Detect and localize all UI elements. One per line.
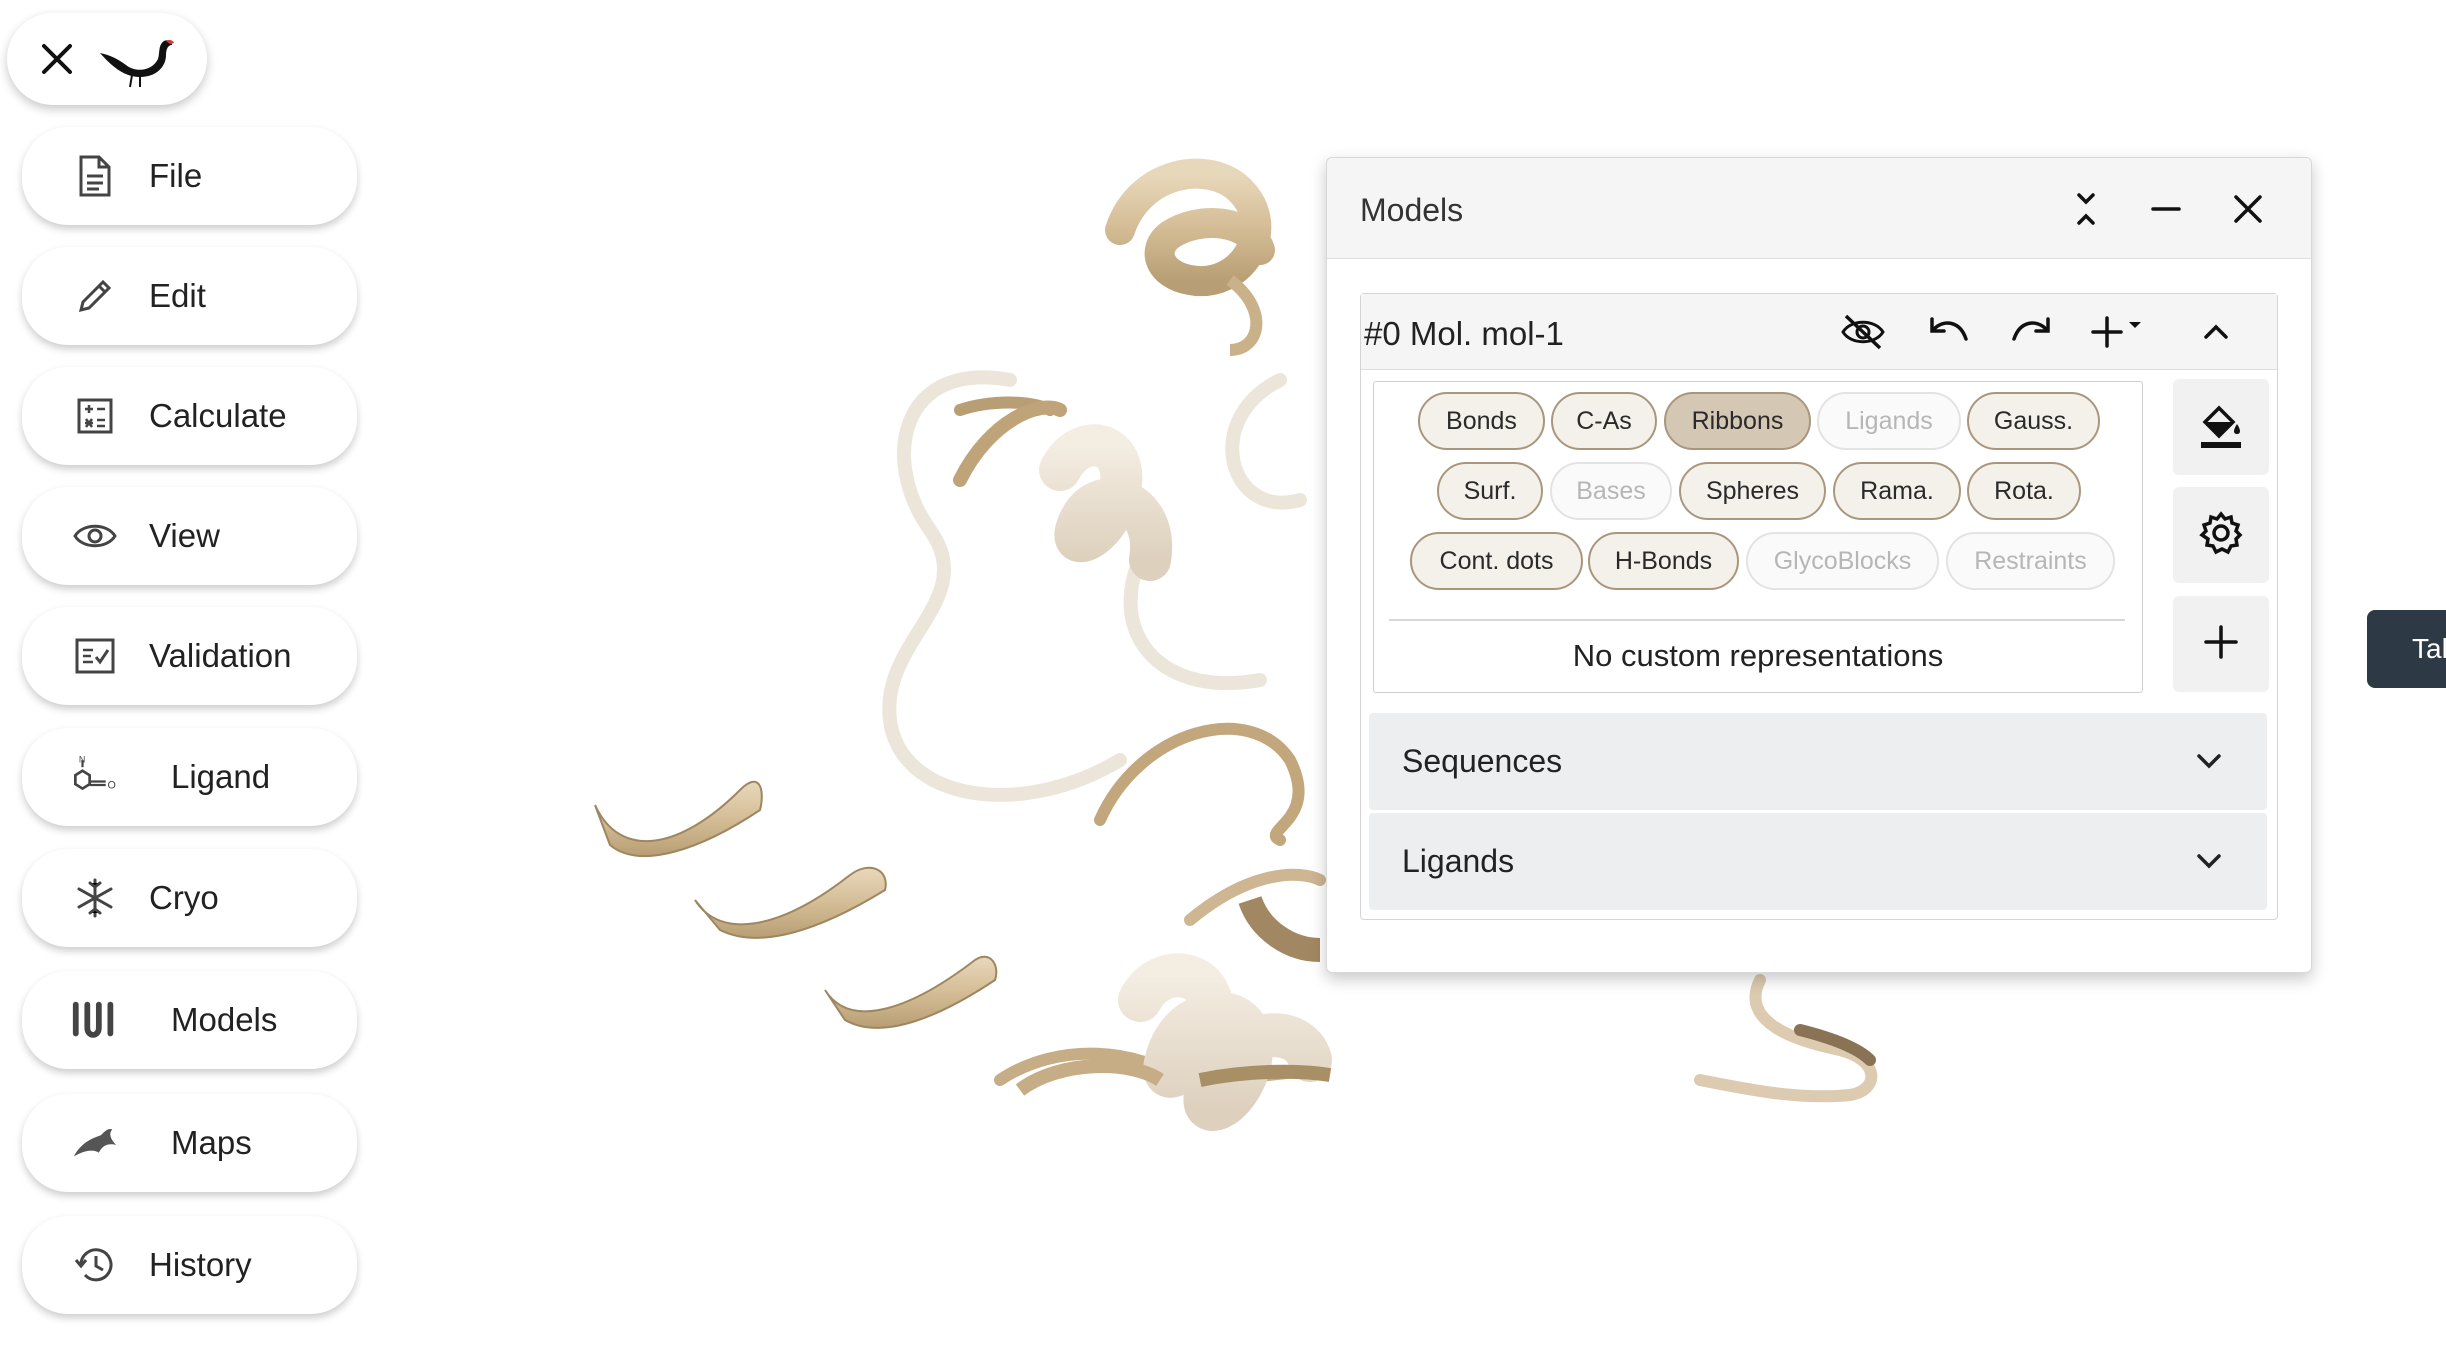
models-panel-header[interactable]: Models: [1327, 158, 2311, 259]
calculator-icon: [70, 391, 120, 441]
menu-cryo-label: Cryo: [149, 879, 219, 916]
menu-file-button[interactable]: File: [22, 127, 357, 225]
settings-button[interactable]: [2173, 487, 2269, 583]
paint-bucket-icon: [2197, 400, 2245, 455]
add-representation-button[interactable]: [2173, 596, 2269, 692]
models-icon: [70, 995, 120, 1045]
menu-models-label: Models: [171, 1001, 278, 1038]
add-dropdown-icon[interactable]: [2091, 308, 2147, 356]
checklist-icon: [70, 631, 120, 681]
rep-chip-bonds[interactable]: Bonds: [1418, 392, 1545, 450]
no-custom-representations-text: No custom representations: [1572, 638, 1944, 673]
menu-validation-label: Validation: [149, 637, 292, 674]
menu-history-button[interactable]: History: [22, 1216, 357, 1314]
ligand-icon: NO: [70, 752, 120, 802]
rep-chip-gauss[interactable]: Gauss.: [1967, 392, 2100, 450]
ligands-accordion[interactable]: Ligands: [1369, 813, 2267, 910]
menu-view-label: View: [149, 517, 220, 554]
menu-models-button[interactable]: Models: [22, 971, 357, 1069]
hide-molecule-icon[interactable]: [1839, 308, 1887, 356]
chevron-down-icon: [2197, 854, 2221, 869]
protein-helix-center: [954, 396, 1173, 581]
close-panel-icon[interactable]: [2223, 184, 2273, 234]
models-panel: Models #0 Mol. mol-1 Bonds C-As Ribbons …: [1326, 157, 2312, 973]
plus-icon: [2203, 624, 2239, 665]
chevron-up-icon[interactable]: [2192, 308, 2240, 356]
svg-text:O: O: [108, 780, 116, 792]
app-header-pill: [7, 13, 207, 105]
menu-calculate-label: Calculate: [149, 397, 287, 434]
rep-chip-cont-dots[interactable]: Cont. dots: [1410, 532, 1583, 590]
molecule-card-header: #0 Mol. mol-1: [1361, 294, 2277, 370]
rep-chip-c-as[interactable]: C-As: [1551, 392, 1657, 450]
ligands-accordion-label: Ligands: [1402, 843, 1515, 879]
file-icon: [70, 151, 120, 201]
right-side-tab-label: Tal: [2412, 633, 2446, 664]
menu-view-button[interactable]: View: [22, 487, 357, 585]
svg-text:N: N: [79, 755, 85, 765]
protein-helix-top: [1105, 158, 1275, 356]
menu-maps-label: Maps: [171, 1124, 252, 1161]
eye-icon: [70, 511, 120, 561]
menu-validation-button[interactable]: Validation: [22, 607, 357, 705]
rep-chip-ribbons[interactable]: Ribbons: [1664, 392, 1811, 450]
right-side-tab-button[interactable]: Tal: [2367, 610, 2446, 688]
history-icon: [70, 1240, 120, 1290]
protein-helix-bottom: [1015, 895, 1332, 1131]
rep-chip-restraints[interactable]: Restraints: [1946, 532, 2115, 590]
rep-chip-ligands[interactable]: Ligands: [1817, 392, 1961, 450]
rep-chip-rota[interactable]: Rota.: [1967, 462, 2081, 520]
menu-history-label: History: [149, 1246, 252, 1283]
rep-chip-glycoblocks[interactable]: GlycoBlocks: [1746, 532, 1939, 590]
menu-edit-button[interactable]: Edit: [22, 247, 357, 345]
rep-chip-h-bonds[interactable]: H-Bonds: [1588, 532, 1739, 590]
collapse-vertical-icon[interactable]: [2061, 184, 2111, 234]
close-icon[interactable]: [38, 40, 76, 78]
molecule-name: #0 Mol. mol-1: [1364, 315, 1564, 352]
rep-chip-spheres[interactable]: Spheres: [1679, 462, 1826, 520]
gear-icon: [2198, 510, 2244, 561]
menu-ligand-button[interactable]: NO Ligand: [22, 728, 357, 826]
rep-chip-rama[interactable]: Rama.: [1833, 462, 1961, 520]
rep-chip-bases[interactable]: Bases: [1550, 462, 1672, 520]
menu-cryo-button[interactable]: Cryo: [22, 849, 357, 947]
representation-toggles: Bonds C-As Ribbons Ligands Gauss. Surf. …: [1373, 381, 2143, 693]
menu-ligand-label: Ligand: [171, 758, 271, 795]
maps-icon: [70, 1118, 120, 1168]
colour-fill-button[interactable]: [2173, 379, 2269, 475]
moorhen-logo-icon: [96, 29, 176, 89]
redo-icon[interactable]: [2008, 308, 2056, 356]
panel-title: Models: [1360, 192, 1464, 228]
snowflake-icon: [70, 873, 120, 923]
protein-strands-left: [594, 780, 998, 1029]
minimize-icon[interactable]: [2141, 184, 2191, 234]
sequences-accordion-label: Sequences: [1402, 743, 1563, 779]
menu-maps-button[interactable]: Maps: [22, 1094, 357, 1192]
sequences-accordion[interactable]: Sequences: [1369, 713, 2267, 810]
menu-calculate-button[interactable]: Calculate: [22, 367, 357, 465]
divider: [1389, 619, 2125, 621]
rep-chip-surf[interactable]: Surf.: [1437, 462, 1543, 520]
chevron-down-icon: [2197, 754, 2221, 769]
menu-edit-label: Edit: [149, 277, 206, 314]
molecule-card: #0 Mol. mol-1 Bonds C-As Ribbons Ligands…: [1360, 293, 2278, 920]
pencil-icon: [70, 271, 120, 321]
menu-file-label: File: [149, 157, 203, 194]
undo-icon[interactable]: [1924, 308, 1972, 356]
